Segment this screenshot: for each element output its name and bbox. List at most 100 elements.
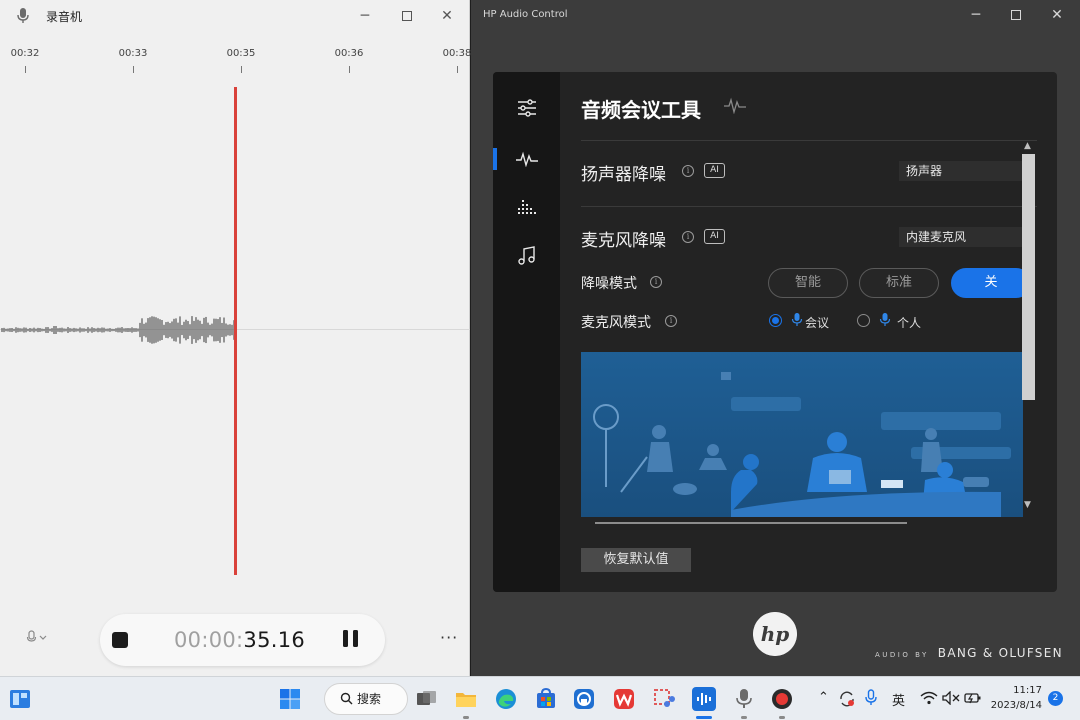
screen-recorder-icon[interactable] bbox=[770, 687, 794, 711]
nr-mode-smart-button[interactable]: 智能 bbox=[768, 268, 848, 298]
close-button[interactable]: ✕ bbox=[424, 1, 470, 31]
scroll-up-icon[interactable]: ▲ bbox=[1024, 141, 1031, 151]
wifi-icon[interactable] bbox=[920, 691, 938, 705]
battery-plug-icon[interactable] bbox=[964, 691, 982, 705]
maximize-icon bbox=[402, 11, 412, 21]
speaker-device-select[interactable]: 扬声器 bbox=[899, 161, 1023, 181]
microphone-select-button[interactable] bbox=[26, 630, 48, 650]
info-icon[interactable]: i bbox=[665, 315, 677, 327]
audio-by-text: AUDIO BY bbox=[875, 651, 929, 659]
bang-olufsen-logo: AUDIO BY BANG & OLUFSEN bbox=[875, 646, 1063, 660]
remote-app-icon[interactable] bbox=[572, 687, 596, 711]
close-icon: ✕ bbox=[441, 8, 453, 24]
info-icon[interactable]: i bbox=[682, 231, 694, 243]
window-title: HP Audio Control bbox=[483, 9, 568, 20]
snipping-tool-icon[interactable] bbox=[652, 687, 676, 711]
noise-illustration bbox=[581, 352, 1023, 517]
minimize-icon: ─ bbox=[360, 8, 370, 24]
input-method-indicator[interactable]: 英 bbox=[892, 690, 905, 709]
playhead[interactable] bbox=[234, 87, 237, 575]
mic-mode-conference-radio[interactable] bbox=[769, 314, 782, 327]
mic-mode-personal-radio[interactable] bbox=[857, 314, 870, 327]
reset-defaults-button[interactable]: 恢复默认值 bbox=[581, 548, 691, 572]
stop-button[interactable] bbox=[112, 632, 128, 648]
elapsed-time: 00:00:35.16 bbox=[174, 628, 305, 652]
more-options-button[interactable]: ··· bbox=[440, 628, 458, 647]
volume-muted-icon[interactable] bbox=[942, 691, 960, 705]
maximize-icon bbox=[1011, 10, 1021, 20]
edge-browser-icon[interactable] bbox=[494, 687, 518, 711]
sliders-icon bbox=[518, 99, 536, 117]
ai-badge: AI bbox=[704, 163, 725, 178]
waveform-icon bbox=[516, 151, 538, 167]
search-box[interactable]: 搜索 bbox=[324, 683, 408, 715]
info-icon[interactable]: i bbox=[650, 276, 662, 288]
pause-icon bbox=[342, 630, 348, 647]
hp-logo: hp bbox=[753, 612, 797, 656]
microphone-icon bbox=[791, 313, 803, 326]
wps-office-icon[interactable] bbox=[612, 687, 636, 711]
sync-icon[interactable] bbox=[838, 690, 856, 708]
nav-item-music[interactable] bbox=[513, 242, 541, 270]
waveform-icon bbox=[724, 97, 746, 114]
equalizer-icon bbox=[518, 200, 536, 214]
pause-icon-bar bbox=[352, 630, 358, 647]
clock-date: 2023/8/14 bbox=[990, 700, 1042, 711]
timeline-tick-label: 00:38 bbox=[442, 48, 472, 59]
timeline-tick bbox=[349, 66, 350, 73]
divider bbox=[581, 206, 1037, 207]
nr-mode-label: 降噪模式 bbox=[581, 276, 637, 292]
divider bbox=[581, 140, 1037, 141]
svg-text:hp: hp bbox=[761, 622, 790, 646]
timeline-tick-label: 00:32 bbox=[10, 48, 40, 59]
microphone-icon bbox=[26, 630, 47, 642]
pause-button[interactable] bbox=[336, 630, 364, 652]
window-title: 录音机 bbox=[46, 10, 83, 24]
scrollbar-thumb[interactable] bbox=[1022, 154, 1035, 400]
clock-time: 11:17 bbox=[1013, 685, 1042, 696]
hp-audio-app-icon[interactable] bbox=[692, 687, 716, 711]
music-note-icon bbox=[518, 246, 535, 265]
mic-mode-personal-label[interactable]: 个人 bbox=[897, 314, 921, 331]
widgets-icon[interactable] bbox=[8, 687, 32, 711]
microphone-tray-icon[interactable] bbox=[864, 689, 878, 707]
timeline-tick bbox=[241, 66, 242, 73]
close-button[interactable]: ✕ bbox=[1034, 0, 1080, 30]
mic-mode-conference-label[interactable]: 会议 bbox=[805, 314, 829, 331]
store-icon[interactable] bbox=[534, 687, 558, 711]
nr-mode-off-button[interactable]: 关 bbox=[951, 268, 1031, 298]
file-explorer-icon[interactable] bbox=[454, 687, 478, 711]
mic-nr-title: 麦克风降噪 bbox=[581, 231, 666, 251]
partner-text: BANG & OLUFSEN bbox=[937, 646, 1063, 660]
mic-device-select[interactable]: 内建麦克风 bbox=[899, 227, 1023, 247]
settings-panel: 音频会议工具 扬声器降噪 i AI 扬声器 麦克风降噪 i AI 内建麦克风 降… bbox=[493, 72, 1057, 592]
maximize-button[interactable] bbox=[993, 0, 1039, 30]
nr-mode-standard-button[interactable]: 标准 bbox=[859, 268, 939, 298]
timeline-tick-label: 00:35 bbox=[226, 48, 256, 59]
speaker-nr-title: 扬声器降噪 bbox=[581, 165, 666, 185]
timer-dim: 00:00: bbox=[174, 628, 244, 652]
microphone-app-icon bbox=[17, 8, 29, 23]
timeline-tick bbox=[457, 66, 458, 73]
nav-item-settings[interactable] bbox=[513, 94, 541, 122]
nav-item-equalizer[interactable] bbox=[513, 193, 541, 221]
task-view-icon[interactable] bbox=[414, 687, 438, 711]
voice-recorder-icon[interactable] bbox=[732, 687, 756, 711]
horizontal-scrollbar[interactable] bbox=[595, 522, 907, 524]
minimize-button[interactable]: ─ bbox=[342, 1, 388, 31]
close-icon: ✕ bbox=[1051, 7, 1063, 23]
timeline-tick bbox=[133, 66, 134, 73]
info-icon[interactable]: i bbox=[682, 165, 694, 177]
microphone-icon bbox=[879, 313, 891, 326]
show-hidden-icons-chevron-up-icon[interactable]: ⌃ bbox=[818, 690, 829, 705]
running-indicator bbox=[463, 716, 469, 719]
timer-bold: 35.16 bbox=[243, 628, 306, 652]
scroll-down-icon[interactable]: ▼ bbox=[1024, 500, 1031, 510]
notification-badge[interactable]: 2 bbox=[1048, 691, 1063, 706]
clock[interactable]: 11:17 2023/8/14 bbox=[988, 683, 1042, 713]
start-windows-icon[interactable] bbox=[278, 687, 302, 711]
taskbar: 搜索 ⌃ 英 11:17 2023/8/14 2 bbox=[0, 676, 1080, 720]
nav-item-conference[interactable] bbox=[513, 145, 541, 173]
running-indicator-active bbox=[696, 716, 712, 719]
hp-audio-window: HP Audio Control ─ ✕ 音频会议工具 扬声器降噪 i AI 扬… bbox=[471, 0, 1080, 676]
